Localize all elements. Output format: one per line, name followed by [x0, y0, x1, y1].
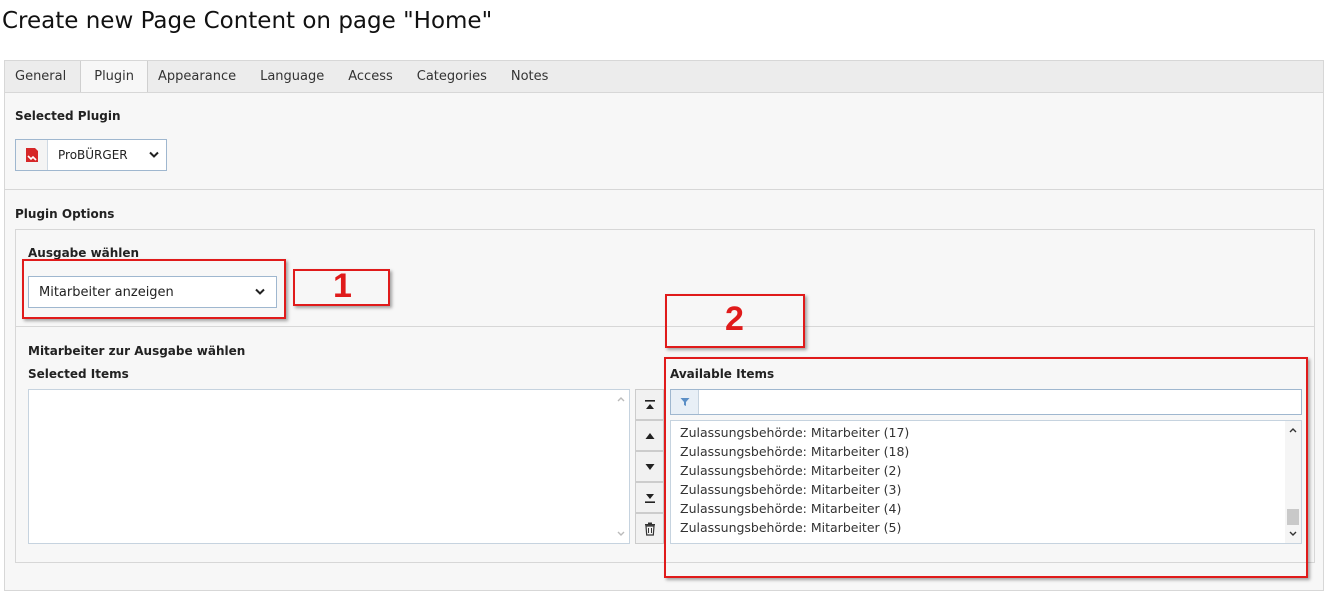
plugin-select[interactable]: ProBÜRGER: [15, 139, 167, 171]
move-down-button[interactable]: [635, 451, 664, 482]
tab-access[interactable]: Access: [338, 61, 407, 92]
remove-item-button[interactable]: [635, 513, 664, 544]
staff-select-label: Mitarbeiter zur Ausgabe wählen: [28, 344, 246, 358]
selected-items-label: Selected Items: [28, 367, 129, 381]
tab-plugin[interactable]: Plugin: [80, 61, 149, 93]
annotation-number-1: 1: [333, 267, 352, 305]
scroll-up-icon[interactable]: [613, 392, 629, 406]
annotation-box-2: [664, 357, 1308, 578]
move-to-bottom-icon: [644, 493, 655, 503]
tab-bar: General Plugin Appearance Language Acces…: [4, 60, 1324, 93]
plugin-document-icon: [16, 140, 48, 170]
annotation-label-box-2: 2: [665, 294, 805, 348]
annotation-number-2: 2: [725, 300, 744, 338]
section-divider: [5, 189, 1324, 190]
selected-items-list[interactable]: [28, 389, 630, 544]
plugin-select-value: ProBÜRGER: [58, 148, 128, 162]
page-title: Create new Page Content on page "Home": [2, 8, 493, 34]
tab-language[interactable]: Language: [250, 61, 338, 92]
move-to-top-button[interactable]: [635, 389, 664, 420]
tab-general[interactable]: General: [5, 61, 80, 92]
tab-notes[interactable]: Notes: [501, 61, 563, 92]
annotation-box-1: [22, 259, 286, 319]
tab-categories[interactable]: Categories: [407, 61, 501, 92]
tab-appearance[interactable]: Appearance: [148, 61, 250, 92]
selected-items-scrollbar[interactable]: [613, 390, 629, 543]
plugin-options-label: Plugin Options: [15, 207, 115, 221]
scroll-down-icon[interactable]: [613, 527, 629, 541]
trash-icon: [644, 522, 655, 536]
move-up-button[interactable]: [635, 420, 664, 451]
output-select-label: Ausgabe wählen: [28, 246, 140, 260]
annotation-label-box-1: 1: [293, 267, 390, 306]
selected-plugin-label: Selected Plugin: [15, 109, 121, 123]
arrow-down-icon: [645, 463, 654, 470]
arrow-up-icon: [645, 432, 654, 439]
move-to-top-icon: [644, 399, 655, 409]
move-to-bottom-button[interactable]: [635, 482, 664, 513]
chevron-down-icon: [142, 151, 166, 159]
item-move-buttons: [635, 389, 664, 544]
